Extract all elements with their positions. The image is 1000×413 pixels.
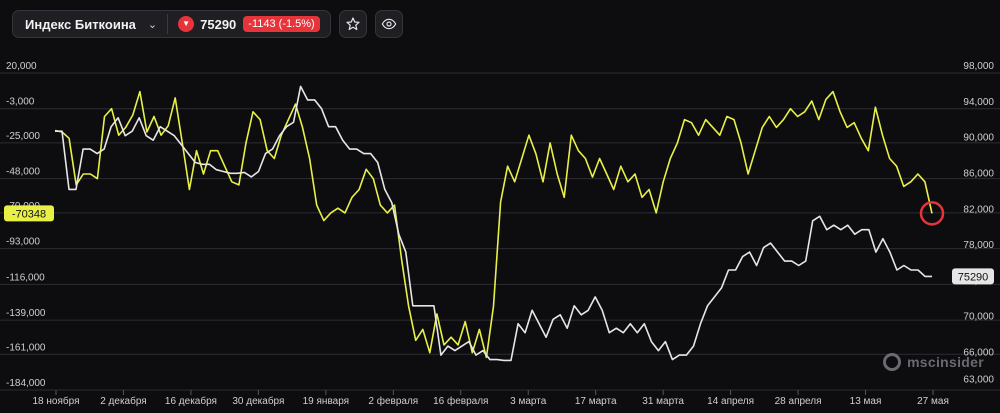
right-axis-tick: 63,000 bbox=[963, 374, 994, 385]
left-axis-tick: 20,000 bbox=[6, 61, 37, 72]
watermark-logo: mscinsider bbox=[883, 353, 984, 371]
right-axis-tick: 70,000 bbox=[963, 312, 994, 323]
right-axis-tick: 78,000 bbox=[963, 240, 994, 251]
x-axis-label: 19 января bbox=[303, 396, 349, 407]
x-axis-label: 28 апреля bbox=[775, 396, 822, 407]
left-axis-tick: -3,000 bbox=[6, 97, 35, 108]
x-axis-label: 14 апреля bbox=[707, 396, 754, 407]
right-axis-tick: 90,000 bbox=[963, 133, 994, 144]
x-axis-label: 18 ноября bbox=[33, 395, 80, 407]
x-axis-label: 30 декабря bbox=[232, 395, 284, 407]
left-axis-tick: -184,000 bbox=[6, 378, 46, 389]
x-axis-label: 2 февраля bbox=[368, 395, 418, 407]
x-axis-label: 2 декабря bbox=[100, 395, 146, 407]
left-axis-tick: -116,000 bbox=[6, 272, 45, 283]
right-axis-tick: 98,000 bbox=[963, 61, 994, 72]
yellow-series-line bbox=[54, 90, 933, 359]
x-axis-label: 16 декабря bbox=[165, 395, 217, 407]
right-axis-tick: 82,000 bbox=[963, 204, 994, 215]
logo-icon bbox=[883, 353, 902, 371]
watermark-text: mscinsider bbox=[907, 354, 984, 370]
left-marker-value: -70348 bbox=[12, 208, 46, 220]
right-axis-tick: 94,000 bbox=[963, 97, 994, 108]
x-axis-label: 16 февраля bbox=[433, 395, 488, 407]
chart: 20,000-3,000-25,000-48,000-70,000-93,000… bbox=[0, 61, 1000, 407]
white-series-line bbox=[55, 85, 932, 362]
left-axis-tick: -48,000 bbox=[6, 167, 40, 178]
x-axis-label: 13 мая bbox=[850, 396, 882, 407]
left-axis-tick: -25,000 bbox=[6, 131, 40, 142]
x-axis-label: 3 марта bbox=[510, 396, 547, 407]
right-marker-value: 75290 bbox=[958, 271, 989, 283]
right-axis-tick: 86,000 bbox=[963, 168, 994, 179]
left-axis-tick: -161,000 bbox=[6, 342, 46, 353]
x-axis-label: 27 мая bbox=[917, 396, 949, 407]
x-axis-label: 17 марта bbox=[575, 396, 617, 407]
x-axis-label: 31 марта bbox=[642, 396, 684, 407]
left-axis-tick: -93,000 bbox=[6, 237, 40, 248]
left-axis-tick: -139,000 bbox=[6, 308, 46, 319]
